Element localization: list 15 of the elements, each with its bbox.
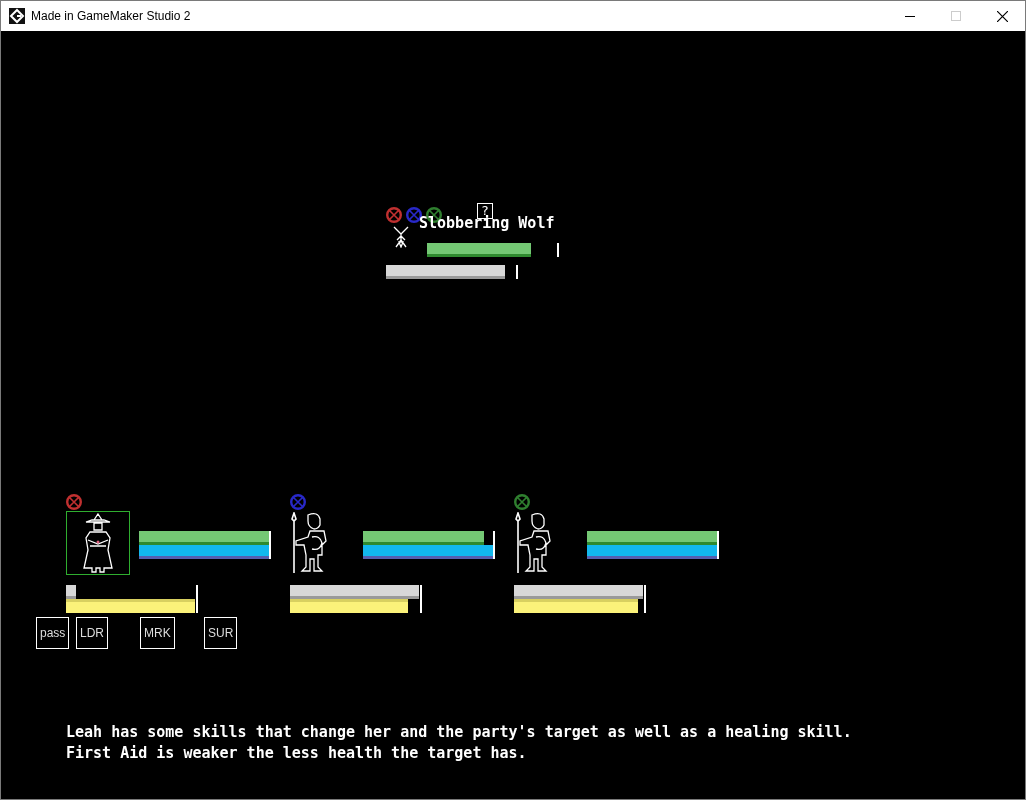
message-line: Leah has some skills that change her and the party's target as well as a healing skill. bbox=[66, 723, 852, 741]
skill-button[interactable]: SUR bbox=[204, 617, 238, 649]
stick-figure-drawing bbox=[391, 226, 411, 248]
skill-button[interactable]: LDR bbox=[76, 617, 108, 649]
close-icon bbox=[996, 10, 1008, 22]
spear-figure-drawing bbox=[291, 512, 327, 574]
window-title: Made in GameMaker Studio 2 bbox=[31, 8, 191, 25]
message-line: First Aid is weaker the less health the target has. bbox=[66, 744, 527, 762]
skill-button[interactable]: MRK bbox=[140, 617, 175, 649]
skill-button[interactable]: pass bbox=[36, 617, 70, 649]
selected-frame[interactable] bbox=[66, 511, 130, 575]
cloaked-figure-drawing bbox=[82, 512, 114, 574]
app-logo-icon bbox=[9, 8, 25, 24]
spear-figure-drawing bbox=[515, 512, 551, 574]
minimize-icon bbox=[905, 15, 915, 17]
